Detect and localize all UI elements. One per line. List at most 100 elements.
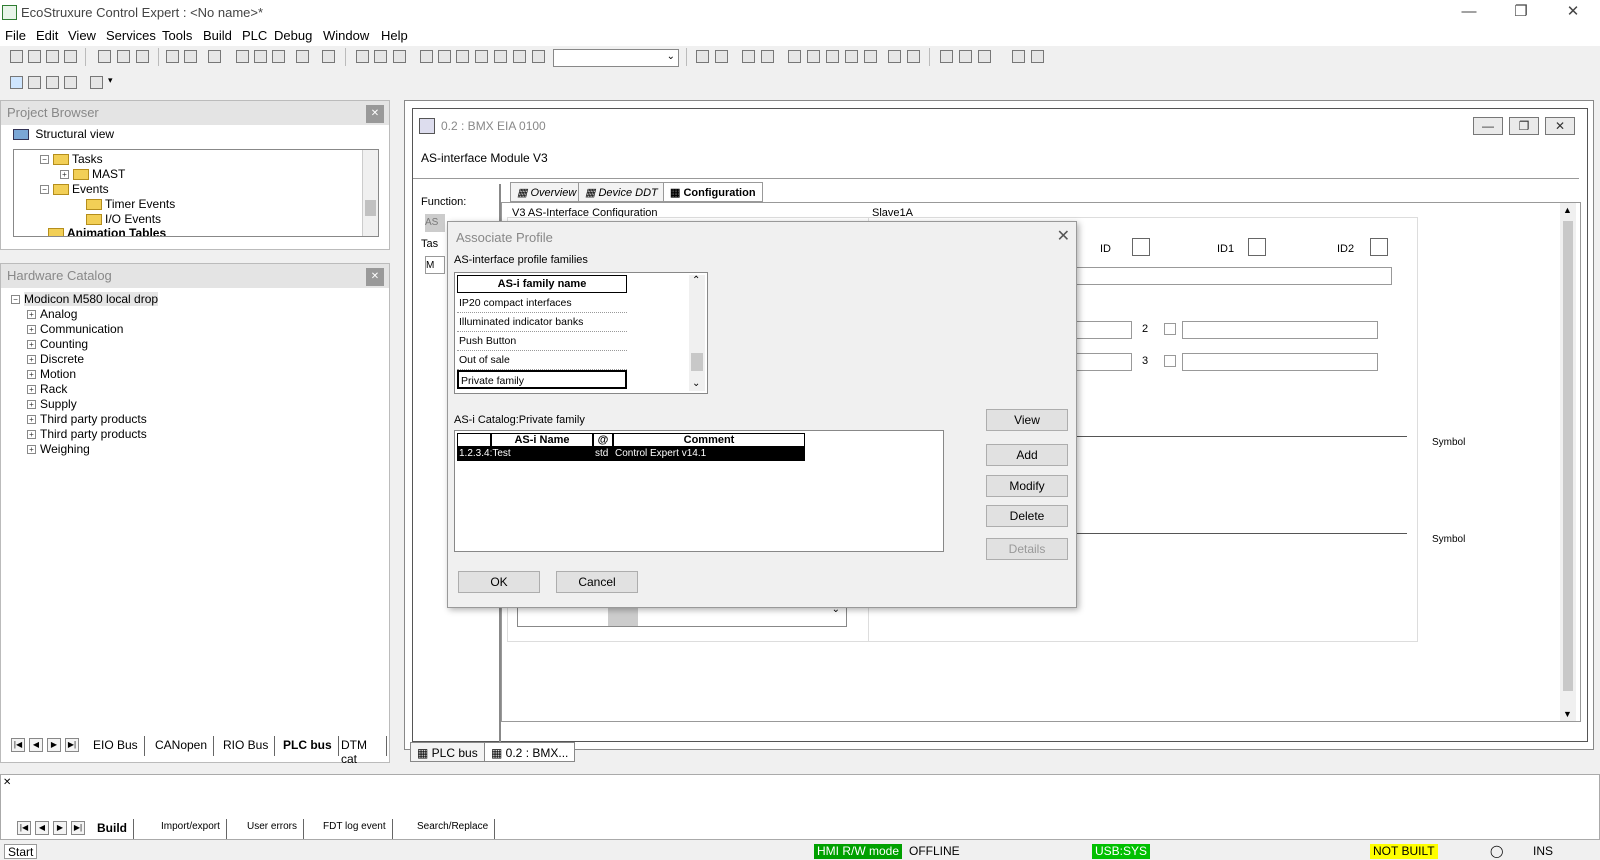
tree-item-tasks[interactable]: − Tasks — [40, 152, 103, 166]
scrollbar-thumb[interactable] — [365, 200, 376, 216]
binoculars-icon[interactable] — [532, 50, 545, 63]
families-scrollbar-thumb[interactable] — [691, 353, 703, 371]
help-icon[interactable] — [1012, 50, 1025, 63]
tile-h-icon[interactable] — [959, 50, 972, 63]
transfer-icon[interactable] — [742, 50, 755, 63]
network-icon[interactable] — [494, 50, 507, 63]
add-button[interactable]: Add — [986, 444, 1068, 466]
param-3-checkbox[interactable] — [1164, 355, 1176, 367]
breakpoint-icon[interactable] — [864, 50, 877, 63]
param-2-field[interactable] — [1182, 321, 1378, 339]
family-row-private[interactable]: Private family — [457, 370, 627, 389]
catalog-item-discrete[interactable]: + Discrete — [27, 352, 84, 366]
context-help-icon[interactable] — [1031, 50, 1044, 63]
details-button[interactable]: Details — [986, 538, 1068, 560]
catalog-item-third-party-2[interactable]: + Third party products — [27, 427, 147, 441]
prev-tab-icon[interactable]: ◀ — [29, 738, 43, 752]
catalog-row-selected[interactable]: 1.2.3.4:Test std Control Expert v14.1 — [457, 447, 805, 461]
families-scroll-up-icon[interactable]: ⌃ — [692, 275, 700, 286]
expand-icon[interactable]: + — [27, 445, 36, 455]
minimize-button[interactable]: — — [1446, 0, 1492, 26]
menu-services[interactable]: Services — [106, 28, 156, 43]
tree-item-io-events[interactable]: I/O Events — [86, 212, 161, 226]
debug-icon[interactable] — [788, 50, 801, 63]
tab-plc-bus[interactable]: PLC bus — [277, 736, 339, 756]
id2-field[interactable] — [1370, 238, 1388, 256]
output-last-icon[interactable]: ▶| — [71, 821, 85, 835]
menu-view[interactable]: View — [68, 28, 96, 43]
tree-item-events[interactable]: − Events — [40, 182, 109, 196]
param-2-checkbox[interactable] — [1164, 323, 1176, 335]
animation-icon[interactable] — [888, 50, 901, 63]
cancel-button[interactable]: Cancel — [556, 571, 638, 593]
dialog-close-icon[interactable]: ✕ — [1057, 226, 1070, 246]
screen-icon[interactable] — [296, 50, 309, 63]
module-restore-button[interactable]: ❐ — [1509, 117, 1539, 135]
collapse-icon[interactable]: − — [40, 155, 49, 165]
output-tab-import-export[interactable]: Import/export — [147, 819, 227, 839]
config-icon[interactable] — [393, 50, 406, 63]
open-icon[interactable] — [28, 50, 41, 63]
output-close-icon[interactable]: ✕ — [3, 777, 11, 788]
zoom-icon[interactable] — [90, 76, 103, 89]
output-prev-icon[interactable]: ◀ — [35, 821, 49, 835]
output-tab-search-replace[interactable]: Search/Replace — [403, 819, 496, 839]
paste-icon[interactable] — [136, 50, 149, 63]
tree-item-animation-tables[interactable]: Animation Tables — [48, 226, 166, 236]
catalog-item-analog[interactable]: + Analog — [27, 307, 77, 321]
table-icon[interactable] — [456, 50, 469, 63]
expand-icon[interactable]: + — [60, 170, 69, 180]
menu-window[interactable]: Window — [323, 28, 369, 43]
undo-icon[interactable] — [166, 50, 179, 63]
output-tab-user-errors[interactable]: User errors — [233, 819, 305, 839]
tab-overview[interactable]: ▦ Overview — [510, 182, 584, 202]
menu-help[interactable]: Help — [381, 28, 408, 43]
config-scrollbar[interactable]: ▲ ▼ — [1560, 203, 1576, 721]
id1-field[interactable] — [1248, 238, 1266, 256]
catalog-item-communication[interactable]: + Communication — [27, 322, 123, 336]
structural-view-icon[interactable] — [10, 76, 23, 89]
zoom-dropdown-icon[interactable]: ▾ — [108, 75, 113, 86]
family-row-out-of-sale[interactable]: Out of sale — [457, 351, 627, 370]
split-view-icon[interactable] — [46, 76, 59, 89]
catalog-item-motion[interactable]: + Motion — [27, 367, 76, 381]
menu-debug[interactable]: Debug — [274, 28, 312, 43]
search-combo[interactable]: ⌄ — [553, 49, 679, 67]
tab-eio-bus[interactable]: EIO Bus — [87, 736, 145, 756]
expand-icon[interactable]: + — [27, 310, 36, 320]
step-out-icon[interactable] — [845, 50, 858, 63]
families-scroll-down-icon[interactable]: ⌄ — [692, 378, 700, 389]
mdi-tab-module[interactable]: ▦ 0.2 : BMX... — [484, 742, 576, 762]
function-field[interactable]: AS — [425, 214, 445, 232]
project-browser-close-icon[interactable]: ✕ — [366, 105, 384, 123]
expand-icon[interactable]: + — [27, 325, 36, 335]
modify-button[interactable]: Modify — [986, 475, 1068, 497]
save-icon[interactable] — [46, 50, 59, 63]
output-first-icon[interactable]: |◀ — [17, 821, 31, 835]
expand-icon[interactable]: + — [27, 385, 36, 395]
ok-button[interactable]: OK — [458, 571, 540, 593]
export-icon[interactable] — [322, 50, 335, 63]
output-tab-build[interactable]: Build — [91, 819, 134, 839]
project-tree-scrollbar[interactable] — [362, 150, 378, 236]
view-button[interactable]: View — [986, 409, 1068, 431]
output-tab-fdt-log[interactable]: FDT log event — [309, 819, 393, 839]
task-field[interactable]: M — [425, 256, 445, 274]
menu-file[interactable]: File — [5, 28, 26, 43]
catalog-item-counting[interactable]: + Counting — [27, 337, 88, 351]
tree-item-mast[interactable]: + MAST — [60, 167, 125, 181]
functional-view-icon[interactable] — [28, 76, 41, 89]
scroll-up-icon[interactable]: ▲ — [1563, 205, 1572, 215]
expand-icon[interactable]: + — [27, 370, 36, 380]
redo-icon[interactable] — [184, 50, 197, 63]
profile-field[interactable] — [1062, 267, 1392, 285]
cascade-icon[interactable] — [940, 50, 953, 63]
collapse-icon[interactable]: − — [11, 295, 20, 305]
validate-icon[interactable] — [208, 50, 221, 63]
step-icon[interactable] — [807, 50, 820, 63]
first-tab-icon[interactable]: |◀ — [11, 738, 25, 752]
tile-v-icon[interactable] — [978, 50, 991, 63]
expand-icon[interactable]: + — [27, 430, 36, 440]
catalog-root[interactable]: − Modicon M580 local drop — [11, 292, 159, 306]
mdi-tab-plc-bus[interactable]: ▦ PLC bus — [410, 742, 485, 762]
